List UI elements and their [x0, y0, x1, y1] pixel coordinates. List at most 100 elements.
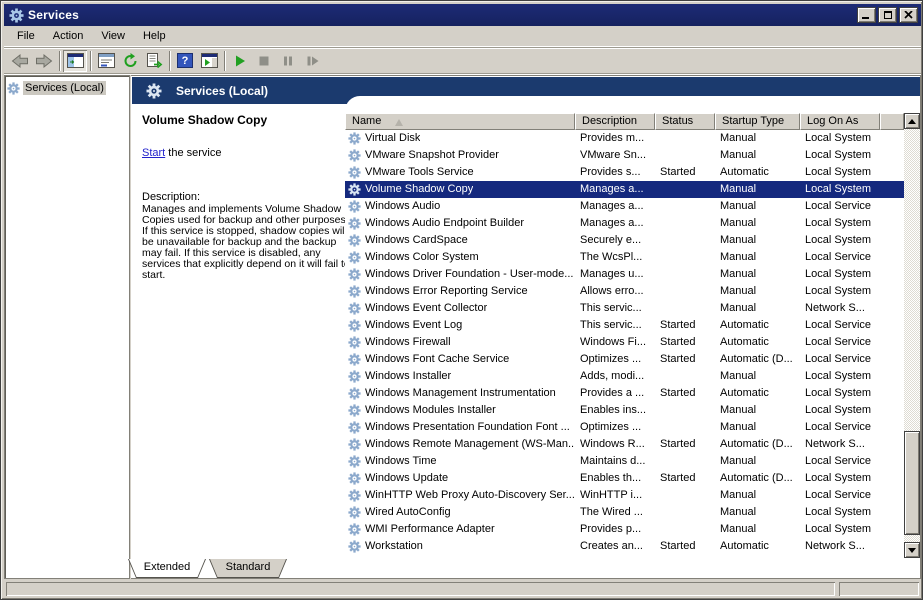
close-button[interactable] [899, 7, 918, 23]
app-gear-icon [9, 8, 24, 23]
table-row[interactable]: Windows CardSpaceSecurely e...ManualLoca… [345, 232, 904, 249]
service-name: WinHTTP Web Proxy Auto-Discovery Ser... [365, 487, 575, 504]
startup-type-cell: Manual [715, 368, 800, 385]
table-row[interactable]: Windows FirewallWindows Fi...StartedAuto… [345, 334, 904, 351]
tree-item-services-local[interactable]: Services (Local) [7, 80, 127, 96]
table-row[interactable]: Windows Presentation Foundation Font ...… [345, 419, 904, 436]
table-row[interactable]: Windows Audio Endpoint BuilderManages a.… [345, 215, 904, 232]
logon-cell: Local System [800, 470, 880, 487]
column-header-description[interactable]: Description [575, 113, 655, 130]
scroll-down-button[interactable] [904, 542, 920, 558]
stop-service-button[interactable] [252, 50, 276, 72]
logon-cell: Network S... [800, 300, 880, 317]
logon-cell: Local Service [800, 198, 880, 215]
properties-button[interactable] [94, 50, 118, 72]
table-row[interactable]: Windows Font Cache ServiceOptimizes ...S… [345, 351, 904, 368]
table-row[interactable]: Wired AutoConfigThe Wired ...ManualLocal… [345, 504, 904, 521]
menu-file[interactable]: File [8, 27, 44, 45]
start-service-button[interactable] [228, 50, 252, 72]
start-service-link[interactable]: Start [142, 147, 165, 159]
status-cell [655, 249, 715, 266]
column-header-log-on-as[interactable]: Log On As [800, 113, 880, 130]
table-row[interactable]: Volume Shadow CopyManages a...ManualLoca… [345, 181, 904, 198]
service-name: Volume Shadow Copy [365, 181, 473, 198]
title-bar[interactable]: Services [4, 4, 921, 26]
show-console-tree-button[interactable] [63, 50, 87, 72]
menu-action[interactable]: Action [44, 27, 93, 45]
table-row[interactable]: Windows Error Reporting ServiceAllows er… [345, 283, 904, 300]
column-header-status[interactable]: Status [655, 113, 715, 130]
vertical-scrollbar[interactable] [904, 113, 920, 558]
logon-cell: Local System [800, 368, 880, 385]
forward-button[interactable] [32, 50, 56, 72]
menu-view[interactable]: View [92, 27, 134, 45]
table-row[interactable]: Windows UpdateEnables th...StartedAutoma… [345, 470, 904, 487]
table-row[interactable]: Windows Management InstrumentationProvid… [345, 385, 904, 402]
table-row[interactable]: WinHTTP Web Proxy Auto-Discovery Ser...W… [345, 487, 904, 504]
description-cell: Provides s... [575, 164, 655, 181]
service-name-cell: Windows Event Log [345, 317, 575, 334]
refresh-button[interactable] [118, 50, 142, 72]
service-gear-icon [348, 489, 361, 502]
logon-cell: Local System [800, 504, 880, 521]
restart-service-button[interactable] [300, 50, 324, 72]
service-gear-icon [348, 302, 361, 315]
help-button[interactable]: ? [173, 50, 197, 72]
pause-service-button[interactable] [276, 50, 300, 72]
logon-cell: Local Service [800, 351, 880, 368]
table-row[interactable]: Windows InstallerAdds, modi...ManualLoca… [345, 368, 904, 385]
scroll-up-button[interactable] [904, 113, 920, 129]
service-name-cell: VMware Tools Service [345, 164, 575, 181]
show-action-pane-button[interactable] [197, 50, 221, 72]
back-button[interactable] [8, 50, 32, 72]
status-cell [655, 181, 715, 198]
service-gear-icon [348, 200, 361, 213]
status-cell [655, 402, 715, 419]
tab-standard[interactable]: Standard [209, 559, 287, 578]
status-cell [655, 198, 715, 215]
logon-cell: Local Service [800, 317, 880, 334]
table-row[interactable]: Windows AudioManages a...ManualLocal Ser… [345, 198, 904, 215]
description-cell: Optimizes ... [575, 351, 655, 368]
service-name: Windows Modules Installer [365, 402, 496, 419]
table-row[interactable]: Windows Modules InstallerEnables ins...M… [345, 402, 904, 419]
minimize-button[interactable] [857, 7, 876, 23]
export-list-button[interactable] [142, 50, 166, 72]
toolbar-separator [59, 51, 60, 71]
table-row[interactable]: VMware Snapshot ProviderVMware Sn...Manu… [345, 147, 904, 164]
menu-help[interactable]: Help [134, 27, 175, 45]
description-cell: Enables ins... [575, 402, 655, 419]
service-name-cell: Windows Firewall [345, 334, 575, 351]
table-row[interactable]: WMI Performance AdapterProvides p...Manu… [345, 521, 904, 538]
service-name: WMI Performance Adapter [365, 521, 495, 538]
description-cell: Adds, modi... [575, 368, 655, 385]
services-window: Services FileActionViewHelp [0, 0, 923, 600]
startup-type-cell: Automatic (D... [715, 470, 800, 487]
table-row[interactable]: WorkstationCreates an...StartedAutomatic… [345, 538, 904, 555]
service-name-cell: Windows Event Collector [345, 300, 575, 317]
column-header-startup-type[interactable]: Startup Type [715, 113, 800, 130]
startup-type-cell: Manual [715, 249, 800, 266]
description-cell: Manages u... [575, 266, 655, 283]
status-cell: Started [655, 351, 715, 368]
column-header-name[interactable]: Name [345, 113, 575, 130]
tab-extended[interactable]: Extended [128, 559, 206, 578]
scrollbar-thumb[interactable] [904, 431, 920, 535]
service-name: Windows Event Collector [365, 300, 487, 317]
table-row[interactable]: Windows Remote Management (WS-Man...Wind… [345, 436, 904, 453]
table-row[interactable]: Windows Color SystemThe WcsPl...ManualLo… [345, 249, 904, 266]
status-cell: Started [655, 436, 715, 453]
table-row[interactable]: Windows Driver Foundation - User-mode...… [345, 266, 904, 283]
table-row[interactable]: Windows Event LogThis servic...StartedAu… [345, 317, 904, 334]
table-row[interactable]: Windows TimeMaintains d...ManualLocal Se… [345, 453, 904, 470]
description-cell: Windows Fi... [575, 334, 655, 351]
service-name: Wired AutoConfig [365, 504, 451, 521]
table-row[interactable]: VMware Tools ServiceProvides s...Started… [345, 164, 904, 181]
table-row[interactable]: Windows Event CollectorThis servic...Man… [345, 300, 904, 317]
maximize-button[interactable] [878, 7, 897, 23]
service-name-cell: Workstation [345, 538, 575, 555]
table-row[interactable]: Virtual DiskProvides m...ManualLocal Sys… [345, 130, 904, 147]
startup-type-cell: Manual [715, 232, 800, 249]
status-cell [655, 283, 715, 300]
startup-type-cell: Manual [715, 130, 800, 147]
